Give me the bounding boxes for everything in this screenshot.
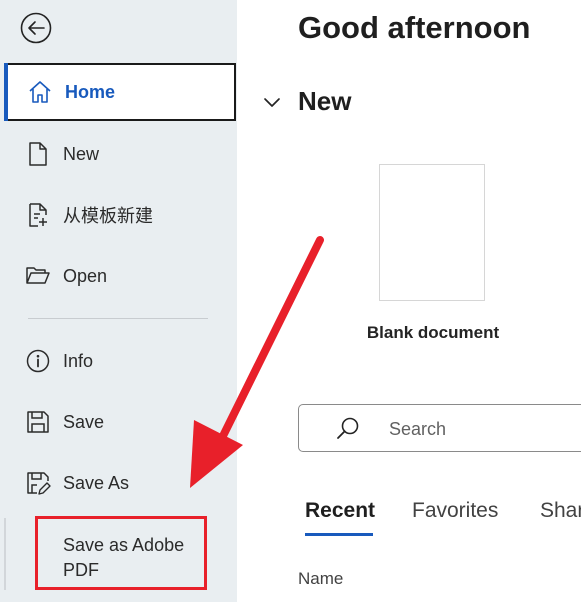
sidebar-item-label: Info xyxy=(63,350,94,371)
folder-open-icon xyxy=(25,263,51,289)
new-document-icon xyxy=(25,141,51,167)
adobe-item-edge xyxy=(4,518,6,590)
search-icon xyxy=(335,416,361,442)
sidebar-item-label: Save As xyxy=(63,472,130,493)
sidebar-item-label: New xyxy=(63,143,100,164)
back-arrow-icon[interactable] xyxy=(19,11,53,45)
sidebar-item-save-as[interactable]: Save As xyxy=(4,454,236,512)
info-icon xyxy=(25,348,51,374)
backstage-sidebar: Home New 从模板新建 Open Info Save Save As Sa… xyxy=(0,0,237,602)
sidebar-item-new[interactable]: New xyxy=(4,125,236,183)
chevron-down-icon[interactable] xyxy=(262,93,282,113)
sidebar-divider xyxy=(28,318,208,319)
tab-shared[interactable]: Shar xyxy=(540,499,581,523)
sidebar-item-home[interactable]: Home xyxy=(4,63,236,121)
tab-recent[interactable]: Recent xyxy=(305,499,375,523)
tab-favorites[interactable]: Favorites xyxy=(412,499,498,523)
sidebar-item-label: Open xyxy=(63,265,108,286)
sidebar-item-new-from-template[interactable]: 从模板新建 xyxy=(4,186,236,244)
column-header-name: Name xyxy=(298,569,344,588)
sidebar-item-info[interactable]: Info xyxy=(4,332,236,390)
blank-document-thumbnail[interactable] xyxy=(379,164,485,301)
save-as-icon xyxy=(25,470,51,496)
save-icon xyxy=(25,409,51,435)
sidebar-item-label: Home xyxy=(65,81,116,102)
sidebar-item-save[interactable]: Save xyxy=(4,393,236,451)
sidebar-item-open[interactable]: Open xyxy=(4,247,236,305)
home-icon xyxy=(27,79,53,105)
search-input[interactable] xyxy=(389,417,569,441)
greeting-title: Good afternoon xyxy=(298,10,531,45)
template-document-icon xyxy=(25,202,51,228)
blank-document-label: Blank document xyxy=(366,323,500,342)
sidebar-item-label: Save xyxy=(63,411,105,432)
new-section-title: New xyxy=(298,86,352,116)
sidebar-item-label: Save as Adobe PDF xyxy=(63,535,185,580)
search-box[interactable] xyxy=(298,404,581,452)
sidebar-item-save-as-adobe-pdf[interactable]: Save as Adobe PDF xyxy=(35,516,207,590)
tab-recent-underline xyxy=(305,533,373,536)
sidebar-item-label: 从模板新建 xyxy=(63,206,153,226)
